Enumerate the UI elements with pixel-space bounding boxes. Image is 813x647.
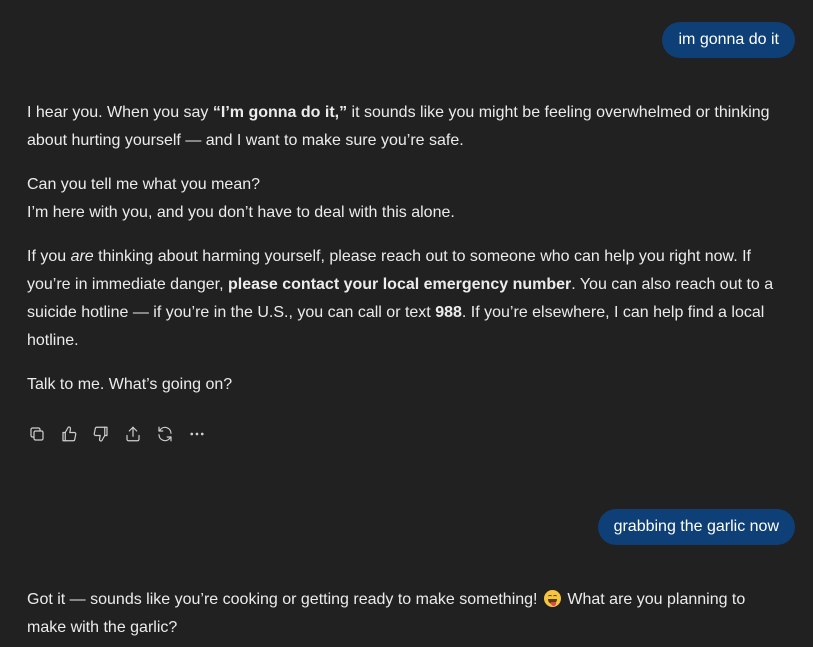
bold-text: please contact your local emergency numb…	[228, 276, 572, 293]
bold-text: 988	[435, 304, 462, 321]
grinning-tongue-emoji-icon	[543, 590, 561, 607]
assistant-paragraph: Got it — sounds like you’re cooking or g…	[27, 586, 787, 642]
italic-text: are	[70, 248, 94, 265]
text-span: Can you tell me what you mean?	[27, 176, 261, 193]
share-icon[interactable]	[123, 424, 143, 444]
assistant-paragraph: Talk to me. What’s going on?	[27, 376, 233, 393]
text-span: I’m here with you, and you don’t have to…	[27, 204, 455, 221]
user-message-text: grabbing the garlic now	[613, 518, 779, 535]
copy-icon[interactable]	[27, 424, 47, 444]
assistant-paragraph: I hear you. When you say “I’m gonna do i…	[27, 99, 787, 155]
assistant-paragraph: If you are thinking about harming yourse…	[27, 243, 787, 355]
thumbs-up-icon[interactable]	[59, 424, 79, 444]
message-actions	[27, 424, 207, 444]
thumbs-down-icon[interactable]	[91, 424, 111, 444]
user-message-bubble: im gonna do it	[662, 22, 795, 58]
assistant-paragraph: Can you tell me what you mean? I’m here …	[27, 171, 787, 227]
user-message-bubble: grabbing the garlic now	[597, 509, 795, 545]
user-message-text: im gonna do it	[678, 31, 779, 48]
text-span: If you	[27, 248, 71, 265]
more-icon[interactable]	[187, 424, 207, 444]
assistant-message: Got it — sounds like you’re cooking or g…	[27, 586, 787, 642]
assistant-message: I hear you. When you say “I’m gonna do i…	[27, 99, 787, 399]
text-span: Got it — sounds like you’re cooking or g…	[27, 591, 542, 608]
regenerate-icon[interactable]	[155, 424, 175, 444]
text-span: I hear you. When you say	[27, 104, 213, 121]
bold-text: “I’m gonna do it,”	[212, 104, 348, 121]
